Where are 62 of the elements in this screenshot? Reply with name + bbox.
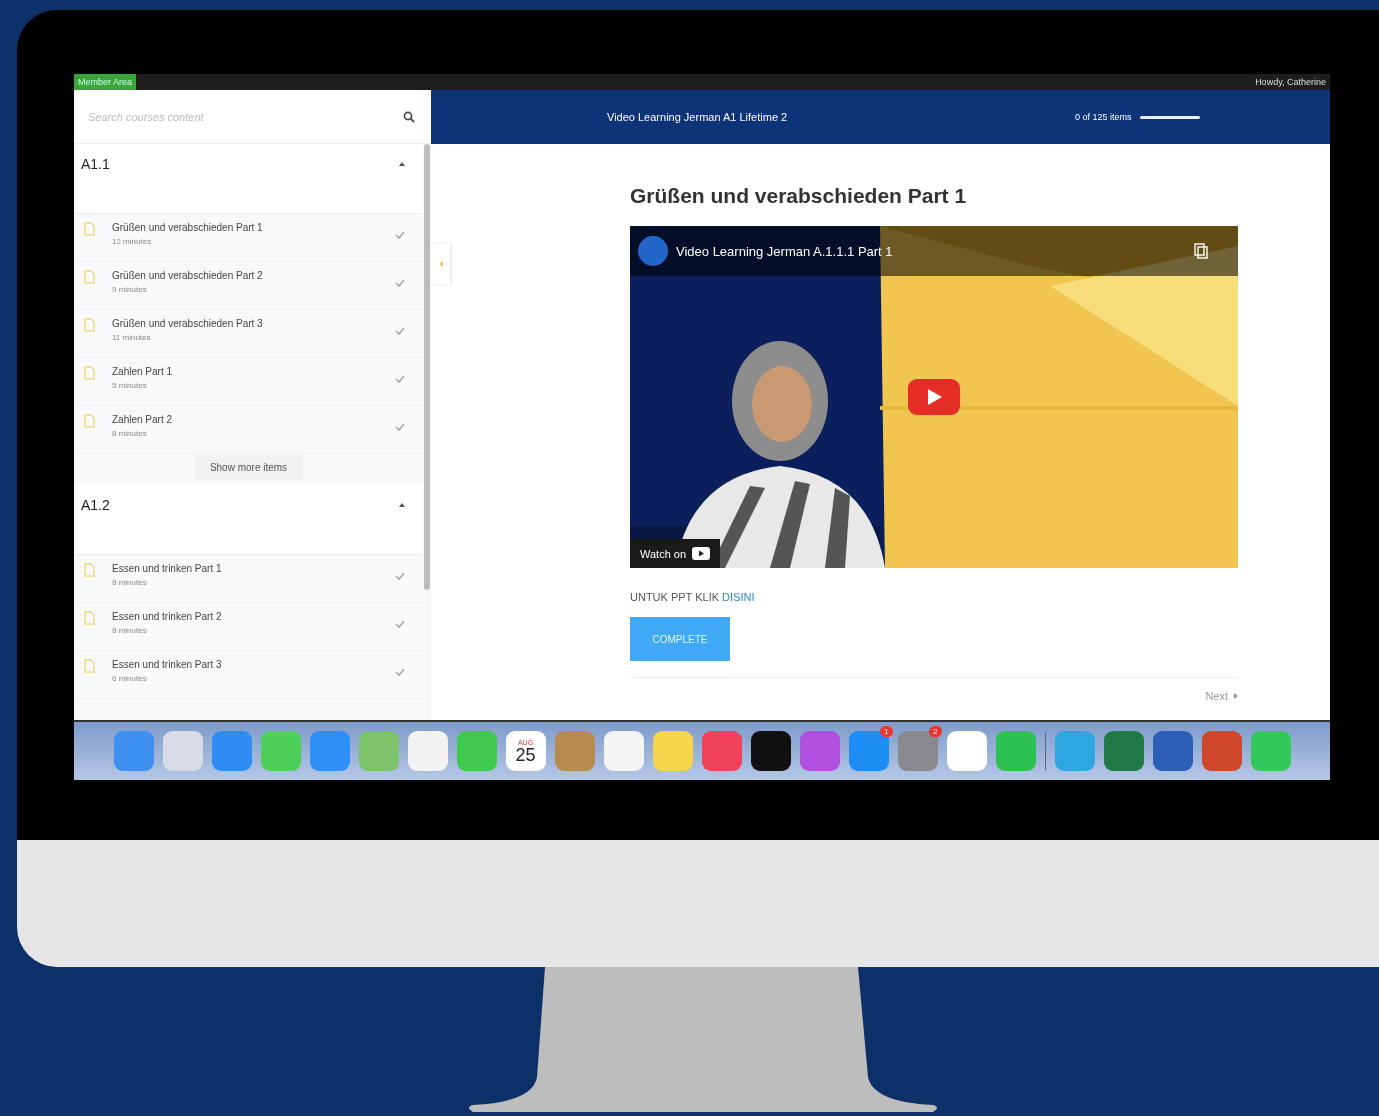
lesson-title: Grüßen und verabschieden Part 2: [112, 270, 264, 281]
lesson-duration: 12 minutes: [112, 237, 153, 246]
caret-icon[interactable]: [399, 162, 405, 166]
lesson-item[interactable]: Zahlen Part 2 8 minutes: [74, 406, 423, 454]
ppt-note: UNTUK PPT KLIK DISINI: [630, 591, 756, 603]
video-player[interactable]: Video Learning Jerman A.1.1.1 Part 1 Watch on: [630, 226, 1238, 568]
lesson-item[interactable]: Grüßen und verabschieden Part 3 11 minutes: [74, 310, 423, 358]
caret-icon: [1234, 693, 1238, 699]
document-icon: [84, 659, 95, 673]
calendar-day: 25: [515, 745, 536, 764]
section-header[interactable]: A1.1: [74, 144, 423, 214]
document-icon: [84, 222, 95, 236]
lesson-title: Grüßen und verabschieden Part 3: [112, 318, 264, 329]
copy-icon[interactable]: [1194, 243, 1208, 259]
lesson-duration: 8 minutes: [112, 626, 148, 635]
document-icon: [84, 270, 95, 284]
lesson-duration: 6 minutes: [112, 674, 148, 683]
lesson-item[interactable]: Grüßen und verabschieden Part 1 12 minutes: [74, 214, 423, 262]
lesson-item[interactable]: Essen und trinken Part 2 8 minutes: [74, 603, 423, 651]
notification-badge: 2: [929, 726, 942, 737]
play-button[interactable]: [908, 379, 960, 415]
user-greeting[interactable]: Howdy, Catherine: [1255, 77, 1330, 87]
lesson-item[interactable]: Grüßen und verabschieden Part 2 9 minutes: [74, 262, 423, 310]
document-icon: [84, 366, 95, 380]
notification-badge: 1: [880, 726, 893, 737]
scrollbar[interactable]: [424, 144, 430, 590]
lesson-duration: 8 minutes: [112, 429, 148, 438]
lesson-title: Zahlen Part 2: [112, 414, 174, 425]
lesson-title: Grüßen und verabschieden Part 1: [112, 222, 264, 233]
document-icon: [84, 414, 95, 428]
lesson-item[interactable]: Zahlen Part 1 5 minutes: [74, 358, 423, 406]
section-title: A1.1: [81, 156, 110, 172]
lesson-duration: 11 minutes: [112, 333, 152, 342]
course-title: Video Learning Jerman A1 Lifetime 2: [607, 111, 789, 123]
lesson-duration: 8 minutes: [112, 578, 148, 587]
progress-text: 0 of 125 items: [1075, 112, 1132, 122]
app-icon[interactable]: [750, 731, 791, 771]
document-icon: [84, 611, 95, 625]
watch-on-youtube-button[interactable]: Watch on: [630, 539, 721, 568]
ppt-link[interactable]: DISINI: [722, 591, 755, 603]
sidebar-toggle[interactable]: [431, 244, 450, 284]
lesson-title: Essen und trinken Part 2: [112, 611, 223, 622]
document-icon: [84, 563, 95, 577]
lesson-duration: 9 minutes: [112, 285, 148, 294]
channel-avatar-icon: [638, 236, 668, 266]
lesson-title: Zahlen Part 1: [112, 366, 174, 377]
section-title: A1.2: [81, 497, 110, 513]
search-field[interactable]: Search courses content: [86, 109, 403, 124]
show-more-button[interactable]: Show more items: [194, 455, 303, 480]
lesson-title: Grüßen und verabschieden Part 1: [630, 184, 968, 208]
lesson-duration: 5 minutes: [112, 381, 148, 390]
search-icon[interactable]: [403, 110, 415, 123]
watch-on-label: Watch on: [640, 547, 687, 560]
lesson-title: Essen und trinken Part 1: [112, 563, 223, 574]
youtube-icon: [692, 547, 711, 560]
section-header[interactable]: A1.2: [74, 485, 423, 555]
lesson-title: Essen und trinken Part 3: [112, 659, 223, 670]
lesson-item[interactable]: Essen und trinken Part 3 6 minutes: [74, 651, 423, 699]
caret-icon[interactable]: [399, 503, 405, 507]
lesson-item[interactable]: Essen und trinken Part 1 8 minutes: [74, 555, 423, 603]
document-icon: [84, 318, 95, 332]
caret-icon: [438, 261, 443, 267]
